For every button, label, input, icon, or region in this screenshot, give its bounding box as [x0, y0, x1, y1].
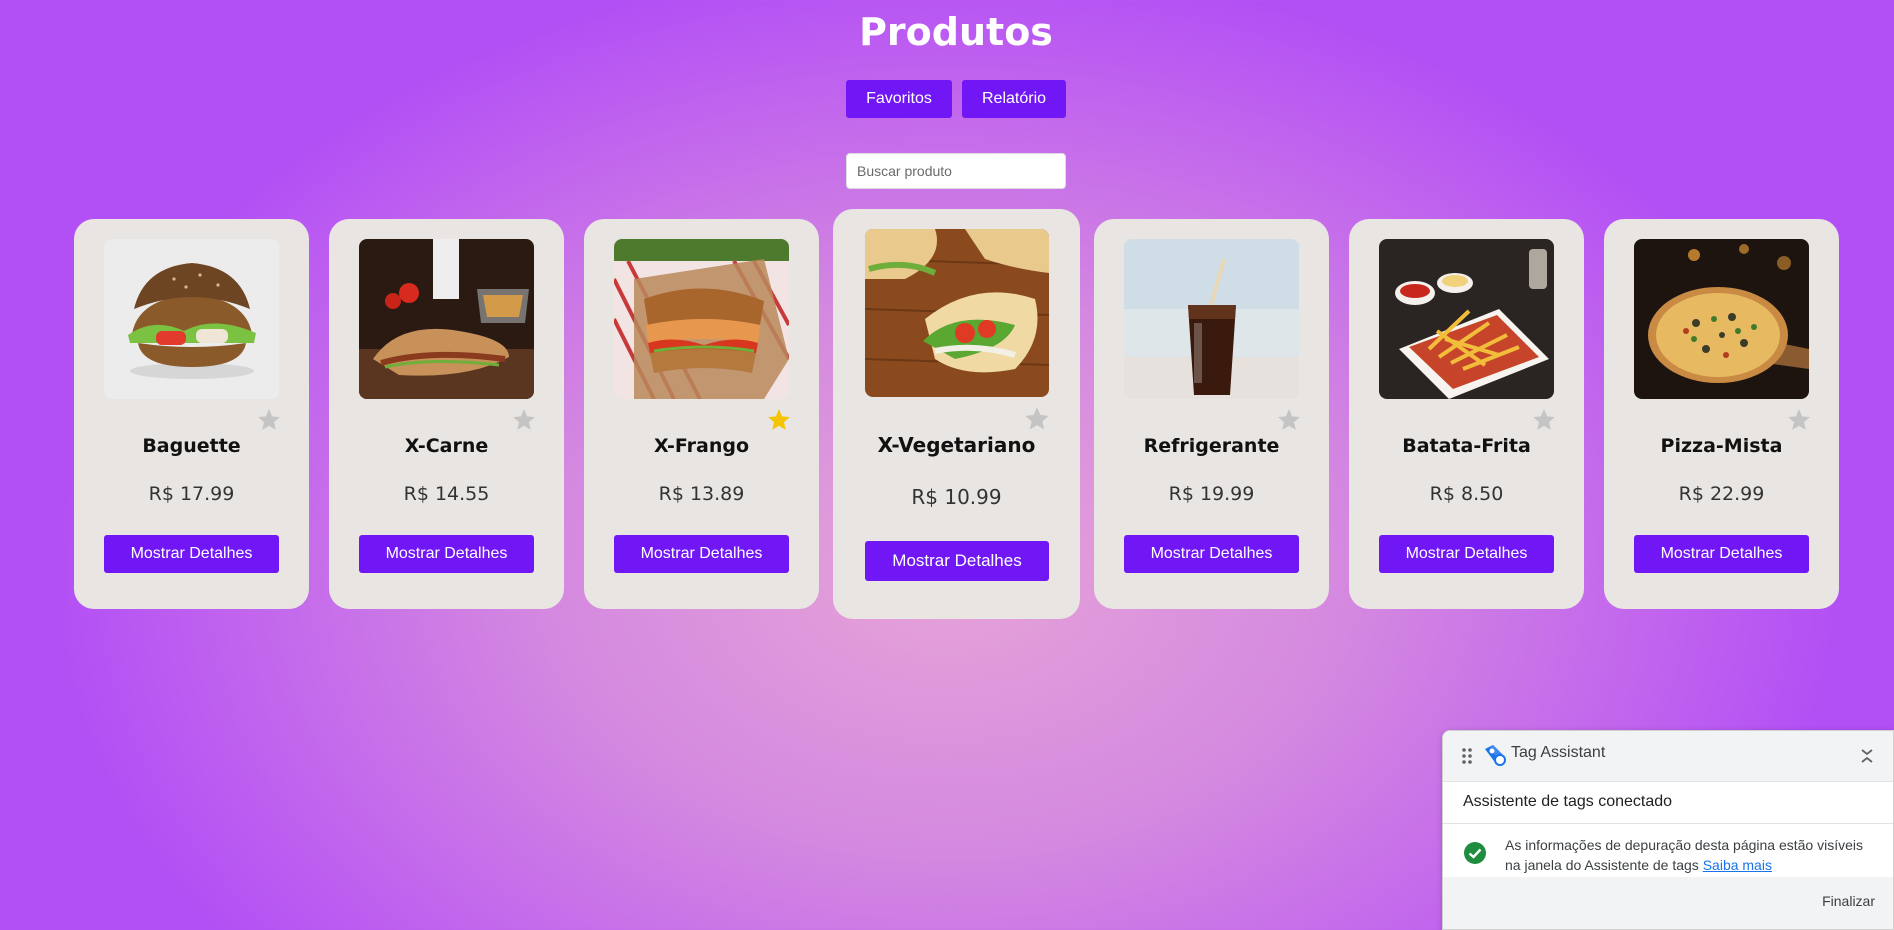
product-card: Batata-Frita R$ 8.50 Mostrar Detalhes [1349, 219, 1584, 609]
product-price: R$ 17.99 [148, 483, 235, 505]
show-details-button[interactable]: Mostrar Detalhes [614, 535, 789, 573]
product-image [1124, 239, 1299, 399]
product-price: R$ 13.89 [658, 483, 745, 505]
show-details-button[interactable]: Mostrar Detalhes [1124, 535, 1299, 573]
favorite-star-icon[interactable] [256, 407, 282, 433]
search-input[interactable] [846, 153, 1066, 189]
favorite-star-icon[interactable] [1276, 407, 1302, 433]
favorite-star-icon[interactable] [1023, 405, 1051, 433]
finish-button[interactable]: Finalizar [1822, 893, 1875, 909]
show-details-button[interactable]: Mostrar Detalhes [359, 535, 534, 573]
product-image [865, 229, 1049, 397]
product-price: R$ 8.50 [1429, 483, 1504, 505]
info-text: As informações de depuração desta página… [1505, 837, 1863, 873]
tag-assistant-footer: Finalizar [1443, 877, 1893, 929]
divider [1443, 823, 1893, 824]
product-name: Baguette [142, 435, 241, 457]
tag-assistant-status: Assistente de tags conectado [1463, 793, 1673, 810]
check-circle-icon [1464, 842, 1486, 864]
tag-assistant-title: Tag Assistant [1511, 744, 1606, 761]
product-name: Batata-Frita [1402, 435, 1531, 457]
product-image [104, 239, 279, 399]
favorite-star-icon[interactable] [1531, 407, 1557, 433]
product-price: R$ 10.99 [911, 485, 1002, 509]
tag-assistant-info: As informações de depuração desta página… [1505, 835, 1865, 875]
product-image [1379, 239, 1554, 399]
product-card: Pizza-Mista R$ 22.99 Mostrar Detalhes [1604, 219, 1839, 609]
product-image [359, 239, 534, 399]
product-name: X-Carne [404, 435, 489, 457]
product-price: R$ 22.99 [1678, 483, 1765, 505]
show-details-button[interactable]: Mostrar Detalhes [1634, 535, 1809, 573]
product-card: Refrigerante R$ 19.99 Mostrar Detalhes [1094, 219, 1329, 609]
product-name: X-Frango [653, 435, 750, 457]
drag-handle-icon[interactable] [1461, 747, 1473, 765]
tag-assistant-header: Tag Assistant [1443, 731, 1893, 782]
product-name: X-Vegetariano [877, 433, 1036, 457]
show-details-button[interactable]: Mostrar Detalhes [865, 541, 1049, 581]
report-button[interactable]: Relatório [962, 80, 1066, 118]
product-price: R$ 14.55 [403, 483, 490, 505]
favorites-button[interactable]: Favoritos [846, 80, 952, 118]
product-card: Baguette R$ 17.99 Mostrar Detalhes [74, 219, 309, 609]
learn-more-link[interactable]: Saiba mais [1703, 857, 1772, 873]
product-card: X-Vegetariano R$ 10.99 Mostrar Detalhes [833, 209, 1080, 619]
product-price: R$ 19.99 [1168, 483, 1255, 505]
page-title: Produtos [859, 10, 1053, 54]
favorite-star-icon[interactable] [511, 407, 537, 433]
show-details-button[interactable]: Mostrar Detalhes [1379, 535, 1554, 573]
product-image [614, 239, 789, 399]
collapse-icon[interactable] [1859, 747, 1875, 765]
product-name: Pizza-Mista [1660, 435, 1783, 457]
product-card: X-Carne R$ 14.55 Mostrar Detalhes [329, 219, 564, 609]
favorite-star-icon[interactable] [1786, 407, 1812, 433]
product-card: X-Frango R$ 13.89 Mostrar Detalhes [584, 219, 819, 609]
product-image [1634, 239, 1809, 399]
tag-assistant-logo-icon [1485, 745, 1506, 766]
product-name: Refrigerante [1143, 435, 1280, 457]
show-details-button[interactable]: Mostrar Detalhes [104, 535, 279, 573]
favorite-star-icon[interactable] [766, 407, 792, 433]
tag-assistant-panel: Tag Assistant Assistente de tags conecta… [1442, 730, 1894, 930]
